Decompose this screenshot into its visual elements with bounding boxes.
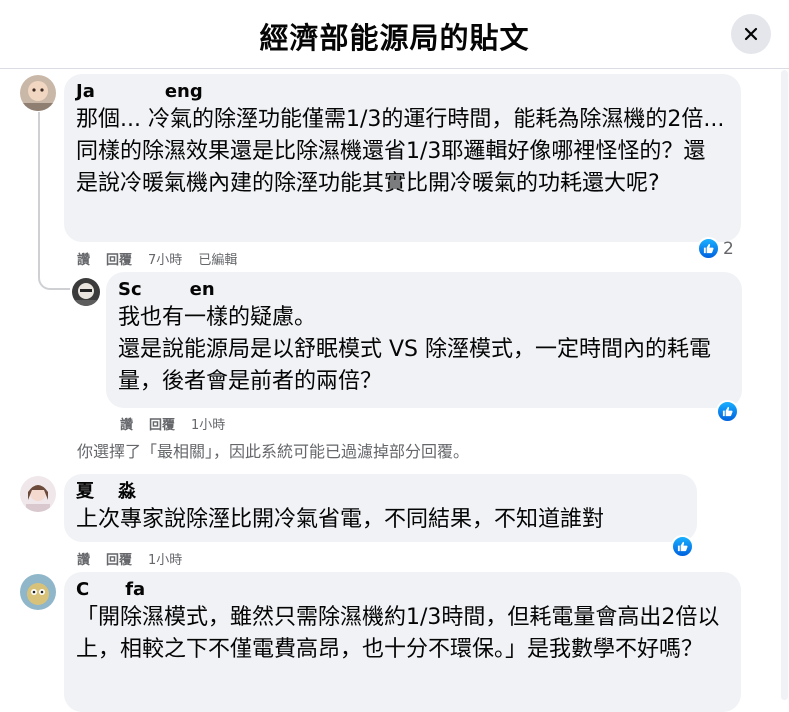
comment-author[interactable]: Ja eng [76, 80, 729, 104]
thumbs-up-icon [697, 237, 720, 260]
comment-actions: 讚 回覆 7小時 已編輯 [77, 249, 237, 268]
comment-bubble: Ja eng 那個... 冷氣的除溼功能僅需1/3的運行時間，能耗為除濕機的2倍.… [64, 74, 741, 242]
dialog-title: 經濟部能源局的貼文 [259, 21, 530, 55]
comment-text: 「開除濕模式，雖然只需除濕機約1/3時間，但耗電量會高出2倍以上，相較之下不僅電… [76, 605, 720, 662]
reaction-count-text: 2 [723, 238, 734, 259]
timestamp[interactable]: 1小時 [148, 549, 182, 568]
comment-actions: 讚 回覆 1小時 [77, 549, 182, 568]
reaction-count[interactable]: 2 [697, 237, 734, 260]
reaction-icon[interactable] [671, 535, 694, 558]
comment-text: 那個... 冷氣的除溼功能僅需1/3的運行時間，能耗為除濕機的2倍... 同樣的… [76, 107, 725, 196]
like-link[interactable]: 讚 [77, 549, 90, 568]
scrollbar[interactable] [781, 70, 788, 700]
close-icon [744, 27, 758, 41]
avatar[interactable] [72, 278, 100, 306]
avatar[interactable] [20, 75, 56, 111]
reply-link[interactable]: 回覆 [106, 549, 132, 568]
filter-notice: 你選擇了「最相關」，因此系統可能已過濾掉部分回覆。 [77, 442, 470, 461]
reaction-icon[interactable] [716, 400, 739, 423]
like-link[interactable]: 讚 [120, 414, 133, 433]
comment-text: 上次專家說除溼比開冷氣省電，不同結果，不知道誰對 [76, 507, 605, 532]
thumbs-up-icon [716, 400, 739, 423]
comment-line: 還是說能源局是以舒眠模式 VS 除溼模式，一定時間內的耗電量，後者會是前者的兩倍… [118, 337, 712, 394]
comment-line: 我也有一樣的疑慮。 [118, 305, 317, 330]
close-button[interactable] [731, 14, 771, 54]
avatar[interactable] [20, 476, 56, 512]
comment-author[interactable]: 夏淼 [76, 480, 685, 504]
reply-link[interactable]: 回覆 [149, 414, 175, 433]
comment-text: 我也有一樣的疑慮。 還是說能源局是以舒眠模式 VS 除溼模式，一定時間內的耗電量… [118, 302, 728, 398]
comment-author[interactable]: Sc en [118, 278, 730, 302]
edited-label: 已編輯 [198, 253, 238, 268]
dialog-header: 經濟部能源局的貼文 [0, 0, 789, 69]
comment-author[interactable]: Cfa [76, 578, 729, 602]
comment-bubble: 夏淼 上次專家說除溼比開冷氣省電，不同結果，不知道誰對 [64, 474, 697, 542]
reply-bubble: Sc en 我也有一樣的疑慮。 還是說能源局是以舒眠模式 VS 除溼模式，一定時間… [106, 272, 742, 408]
comment-actions: 讚 回覆 1小時 [120, 414, 225, 433]
reply-link[interactable]: 回覆 [106, 249, 132, 268]
thumbs-up-icon [671, 535, 694, 558]
like-link[interactable]: 讚 [77, 249, 90, 268]
timestamp[interactable]: 7小時 [148, 249, 182, 268]
timestamp[interactable]: 1小時 [191, 414, 225, 433]
avatar[interactable] [20, 574, 56, 610]
comment-bubble: Cfa 「開除濕模式，雖然只需除濕機約1/3時間，但耗電量會高出2倍以上，相較之… [64, 572, 741, 712]
